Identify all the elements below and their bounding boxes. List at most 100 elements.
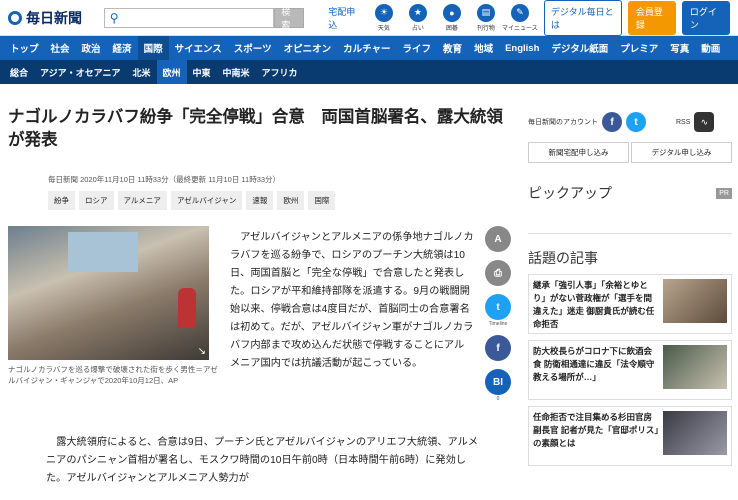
tag-link[interactable]: 速報 [246,191,274,210]
share-buttons: A ⎙ t Timeline f BI 0 [484,226,512,402]
pickup-heading-text: ピックアップ [528,185,612,201]
pr-badge: PR [716,187,732,199]
tag-link[interactable]: 国際 [308,191,336,210]
nav-item[interactable]: プレミア [614,36,664,60]
article-tags: 紛争 ロシア アルメニア アゼルバイジャン 速報 欧州 国際 [48,191,516,210]
nav-item[interactable]: カルチャー [337,36,396,60]
member-register-button[interactable]: 会員登録 [627,0,676,35]
tag-link[interactable]: 紛争 [48,191,75,210]
header-icon-label: 天気 [377,25,390,32]
news-item[interactable]: 継承「強引人事」「余裕とゆとり」がない菅政権が「選手を間違えた」迷走 御厨貴氏が… [528,274,732,334]
tag-link[interactable]: アルメニア [117,191,167,210]
share-count: Timeline [488,321,508,327]
subnav-item[interactable]: 総合 [4,60,34,84]
site-logo[interactable]: 毎日新聞 [8,8,104,28]
header-icon-item[interactable]: ★ 占い [404,3,432,32]
sub-nav: 総合 アジア・オセアニア 北米 欧州 中東 中南米 アフリカ [0,60,738,84]
subnav-item[interactable]: 中東 [187,60,217,84]
nav-item[interactable]: 写真 [664,36,695,60]
tag-link[interactable]: アゼルバイジャン [170,191,243,210]
nav-item[interactable]: 経済 [107,36,138,60]
subnav-item[interactable]: 北米 [126,60,156,84]
header-icon-label: 刊行物 [476,25,495,32]
rss-link[interactable]: RSS ∿ [676,112,715,132]
news-headline[interactable]: 継承「強引人事」「余裕とゆとり」がない菅政権が「選手を間違えた」迷走 御厨貴氏が… [533,279,659,329]
rss-label: RSS [676,118,691,126]
header-icon-item[interactable]: ▤ 刊行物 [472,3,500,32]
delivery-link[interactable]: 宅配申込 [328,5,364,31]
pickup-heading: ピックアップ PR [528,183,732,203]
main-content: ナゴルノカラバフ紛争「完全停戦」合意 両国首脳署名、露大統領が発表 毎日新聞 2… [0,96,738,500]
search-button[interactable]: 検索 [274,7,305,30]
nav-item[interactable]: スポーツ [228,36,278,60]
header-icon-item[interactable]: ● 囲碁 [438,3,466,32]
search-icon: ⚲ [109,10,119,25]
top-bar: 毎日新聞 ⚲ 検索 宅配申込 ☀ 天気 ★ 占い ● 囲碁 ▤ 刊行物 ✎ マイニュース デジタル… [0,0,738,36]
subnav-item[interactable]: アジア・オセアニア [34,60,126,84]
article-title: ナゴルノカラバフ紛争「完全停戦」合意 両国首脳署名、露大統領が発表 [8,108,503,149]
mynews-icon: ✎ [510,3,529,22]
tag-link[interactable]: ロシア [79,191,114,210]
delivery-subscribe-button[interactable]: 新聞宅配申し込み [528,142,629,163]
nav-item[interactable]: サイエンス [169,36,228,60]
nav-item[interactable]: デジタル紙面 [545,36,614,60]
expand-icon[interactable]: ↘ [198,346,206,357]
login-button[interactable]: ログイン [681,0,730,35]
facebook-icon[interactable]: f [602,112,622,132]
twitter-icon[interactable]: t [626,112,646,132]
publications-icon: ▤ [476,3,495,22]
header-icon-label: 囲碁 [445,25,458,32]
news-item[interactable]: 防大校長らがコロナ下に飲酒会食 防衛相通達に違反「法令順守教える場所が…」 [528,340,732,400]
article-dateline: 毎日新聞 2020年11月10日 11時33分（最終更新 11月10日 11時3… [48,175,281,184]
nav-item[interactable]: 社会 [45,36,76,60]
news-thumbnail[interactable] [663,279,727,323]
news-thumbnail[interactable] [663,411,727,455]
account-label: 毎日新聞のアカウント [528,119,598,126]
nav-item[interactable]: ライフ [397,36,438,60]
news-thumbnail[interactable] [663,345,727,389]
digital-mainichi-button[interactable]: デジタル毎日とは [543,0,622,36]
subscription-buttons: 新聞宅配申し込み デジタル申し込み [528,142,732,163]
header-icon-item[interactable]: ☀ 天気 [370,3,398,32]
photo-sky [68,232,138,272]
header-icon-label: 占い [411,25,424,32]
hatena-icon[interactable]: BI [485,369,511,395]
header-icon-item[interactable]: ✎ マイニュース [502,3,538,32]
account-row: 毎日新聞のアカウント f t RSS ∿ [528,112,732,132]
subnav-item[interactable]: 中南米 [217,60,256,84]
topic-news-list: 継承「強引人事」「余裕とゆとり」がない菅政権が「選手を間違えた」迷走 御厨貴氏が… [528,274,732,466]
search-input[interactable] [123,8,274,27]
news-headline[interactable]: 防大校長らがコロナ下に飲酒会食 防衛相通達に違反「法令順守教える場所が…」 [533,345,659,395]
nav-item[interactable]: 教育 [437,36,468,60]
nav-item[interactable]: トップ [4,36,45,60]
nav-item[interactable]: 地域 [468,36,499,60]
nav-item[interactable]: English [499,36,545,60]
news-headline[interactable]: 任命拒否で注目集める杉田官房副長官 記者が見た「官邸ポリス」の素顔とは [533,411,659,461]
divider [528,233,732,234]
twitter-icon[interactable]: t [485,294,511,320]
nav-item[interactable]: 動画 [695,36,726,60]
share-count: 0 [496,396,500,402]
tag-link[interactable]: 欧州 [277,191,305,210]
topic-heading: 話題の記事 [528,250,598,266]
logo-text: 毎日新聞 [26,9,82,26]
digital-subscribe-button[interactable]: デジタル申し込み [631,142,732,163]
news-item[interactable]: 任命拒否で注目集める杉田官房副長官 記者が見た「官邸ポリス」の素顔とは [528,406,732,466]
subnav-item[interactable]: 欧州 [156,60,187,84]
subnav-item[interactable]: アフリカ [256,60,304,84]
logo-mark-icon [8,10,22,25]
font-size-icon[interactable]: A [485,226,511,252]
print-icon[interactable]: ⎙ [485,260,511,286]
article: ナゴルノカラバフ紛争「完全停戦」合意 両国首脳署名、露大統領が発表 毎日新聞 2… [8,96,516,484]
sidebar: 毎日新聞のアカウント f t RSS ∿ 新聞宅配申し込み デジタル申し込み ピ… [528,96,732,466]
article-photo[interactable]: ↘ [8,226,209,360]
photo-person [178,288,196,328]
nav-item[interactable]: 国際 [137,36,169,60]
article-lead: アゼルバイジャンとアルメニアの係争地ナゴルノカラバフを巡る紛争で、ロシアのプーチ… [230,232,474,369]
facebook-icon[interactable]: f [485,335,511,361]
nav-item[interactable]: オピニオン [278,36,338,60]
nav-item[interactable]: 政治 [76,36,107,60]
main-nav: トップ 社会 政治 経済 国際 サイエンス スポーツ オピニオン カルチャー ライフ 教育 地域 Eng… [0,36,738,60]
header-icon-label: マイニュース [502,25,538,32]
rss-icon: ∿ [694,112,715,132]
